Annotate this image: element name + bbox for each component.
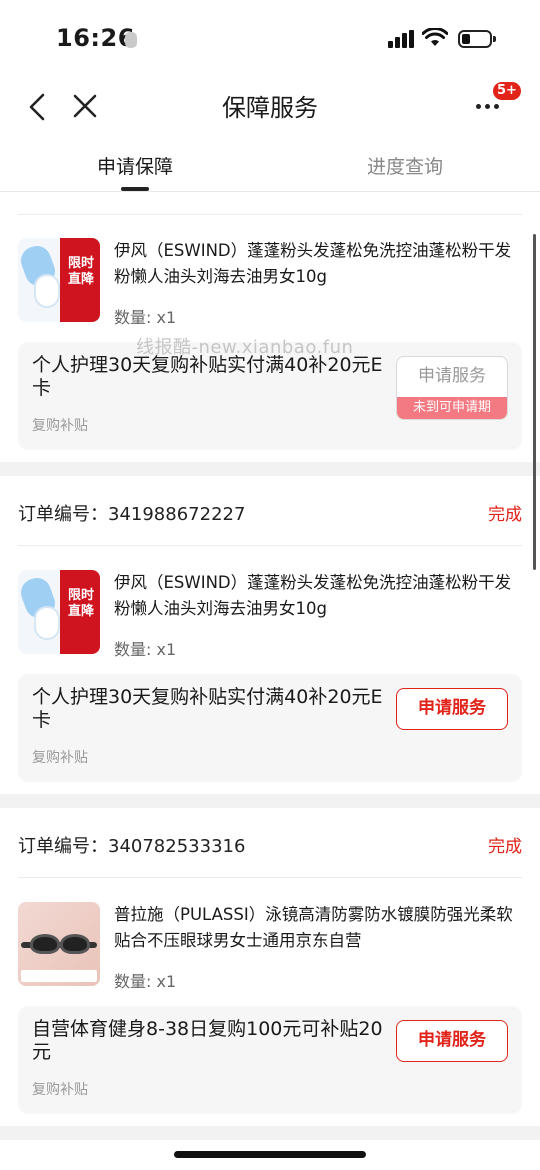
navigation-bar: 保障服务 5+ [0,80,540,134]
notification-badge: 5+ [493,82,521,100]
thumbnail-promo-text: 限时直降 [67,256,94,287]
order-number: 订单编号：340782533316 [18,836,246,857]
not-yet-eligible-tag: 未到可申请期 [397,397,507,419]
apply-service-button[interactable]: 申请服务 [396,1020,508,1062]
service-option: 自营体育健身8-38日复购100元可补贴20元 复购补贴 申请服务 [18,1006,522,1114]
tab-apply-guarantee[interactable]: 申请保障 [97,152,173,179]
apply-service-button-disabled: 申请服务 未到可申请期 [396,356,508,420]
scrollbar[interactable] [533,234,536,570]
service-option: 个人护理30天复购补贴实付满40补20元E 卡 复购补贴 申请服务 [18,674,522,782]
watermark-text: 线报酷-new.xianbao.fun [136,337,354,358]
product-row[interactable]: 限时直降 伊风（ESWIND）蓬蓬粉头发蓬松免洗控油蓬松粉干发粉懒人油头刘海去油… [18,218,522,336]
active-tab-indicator [121,187,149,191]
product-row[interactable]: 普拉施（PULASSI）泳镜高清防雾防水镀膜防强光柔软贴合不压眼球男女士通用京东… [18,882,522,1000]
product-title: 伊风（ESWIND）蓬蓬粉头发蓬松免洗控油蓬松粉干发粉懒人油头刘海去油男女10g [114,241,512,286]
product-quantity: 数量: x1 [114,308,177,327]
product-quantity: 数量: x1 [114,640,177,659]
battery-icon [458,30,496,48]
order-status: 完成 [488,505,522,525]
service-type: 复购补贴 [32,418,88,434]
cellular-signal-icon [388,30,414,48]
service-type: 复购补贴 [32,750,88,766]
product-thumbnail: 限时直降 [18,570,100,654]
product-thumbnail: 限时直降 [18,238,100,322]
service-type: 复购补贴 [32,1082,88,1098]
order-card: 订单编号：340782533316 完成 普拉施（PULASSI）泳镜高清防雾防… [0,808,540,1126]
service-title: 自营体育健身8-38日复购100元可补贴20元 [32,1018,383,1063]
order-status: 完成 [488,837,522,857]
product-thumbnail [18,902,100,986]
order-number: 订单编号：341988672227 [18,504,246,525]
order-card: 订单编号：341988672227 完成 限时直降 伊风（ESWIND）蓬蓬粉头… [0,476,540,794]
tab-progress-query[interactable]: 进度查询 [367,152,443,179]
home-indicator[interactable] [174,1151,366,1158]
product-title: 普拉施（PULASSI）泳镜高清防雾防水镀膜防强光柔软贴合不压眼球男女士通用京东… [114,905,513,950]
status-bar: 16:26 [0,0,540,80]
tab-bar: 申请保障 进度查询 [0,134,540,192]
apply-service-button[interactable]: 申请服务 [396,688,508,730]
order-header: 订单编号：340782533316 完成 [18,808,522,878]
status-time: 16:26 [56,24,135,52]
service-title: 个人护理30天复购补贴实付满40补20元E 卡 [32,354,383,399]
status-indicator-dot [125,32,137,48]
order-header: 订单编号：341988672227 完成 [18,476,522,546]
page-title: 保障服务 [222,94,318,122]
product-title: 伊风（ESWIND）蓬蓬粉头发蓬松免洗控油蓬松粉干发粉懒人油头刘海去油男女10g [114,573,512,618]
wifi-icon [422,28,448,46]
product-row[interactable]: 限时直降 伊风（ESWIND）蓬蓬粉头发蓬松免洗控油蓬松粉干发粉懒人油头刘海去油… [18,550,522,668]
product-quantity: 数量: x1 [114,972,177,991]
service-title: 个人护理30天复购补贴实付满40补20元E 卡 [32,686,383,731]
apply-button-label: 申请服务 [418,366,486,386]
order-card: 限时直降 伊风（ESWIND）蓬蓬粉头发蓬松免洗控油蓬松粉干发粉懒人油头刘海去油… [0,192,540,462]
thumbnail-promo-text: 限时直降 [67,588,94,619]
